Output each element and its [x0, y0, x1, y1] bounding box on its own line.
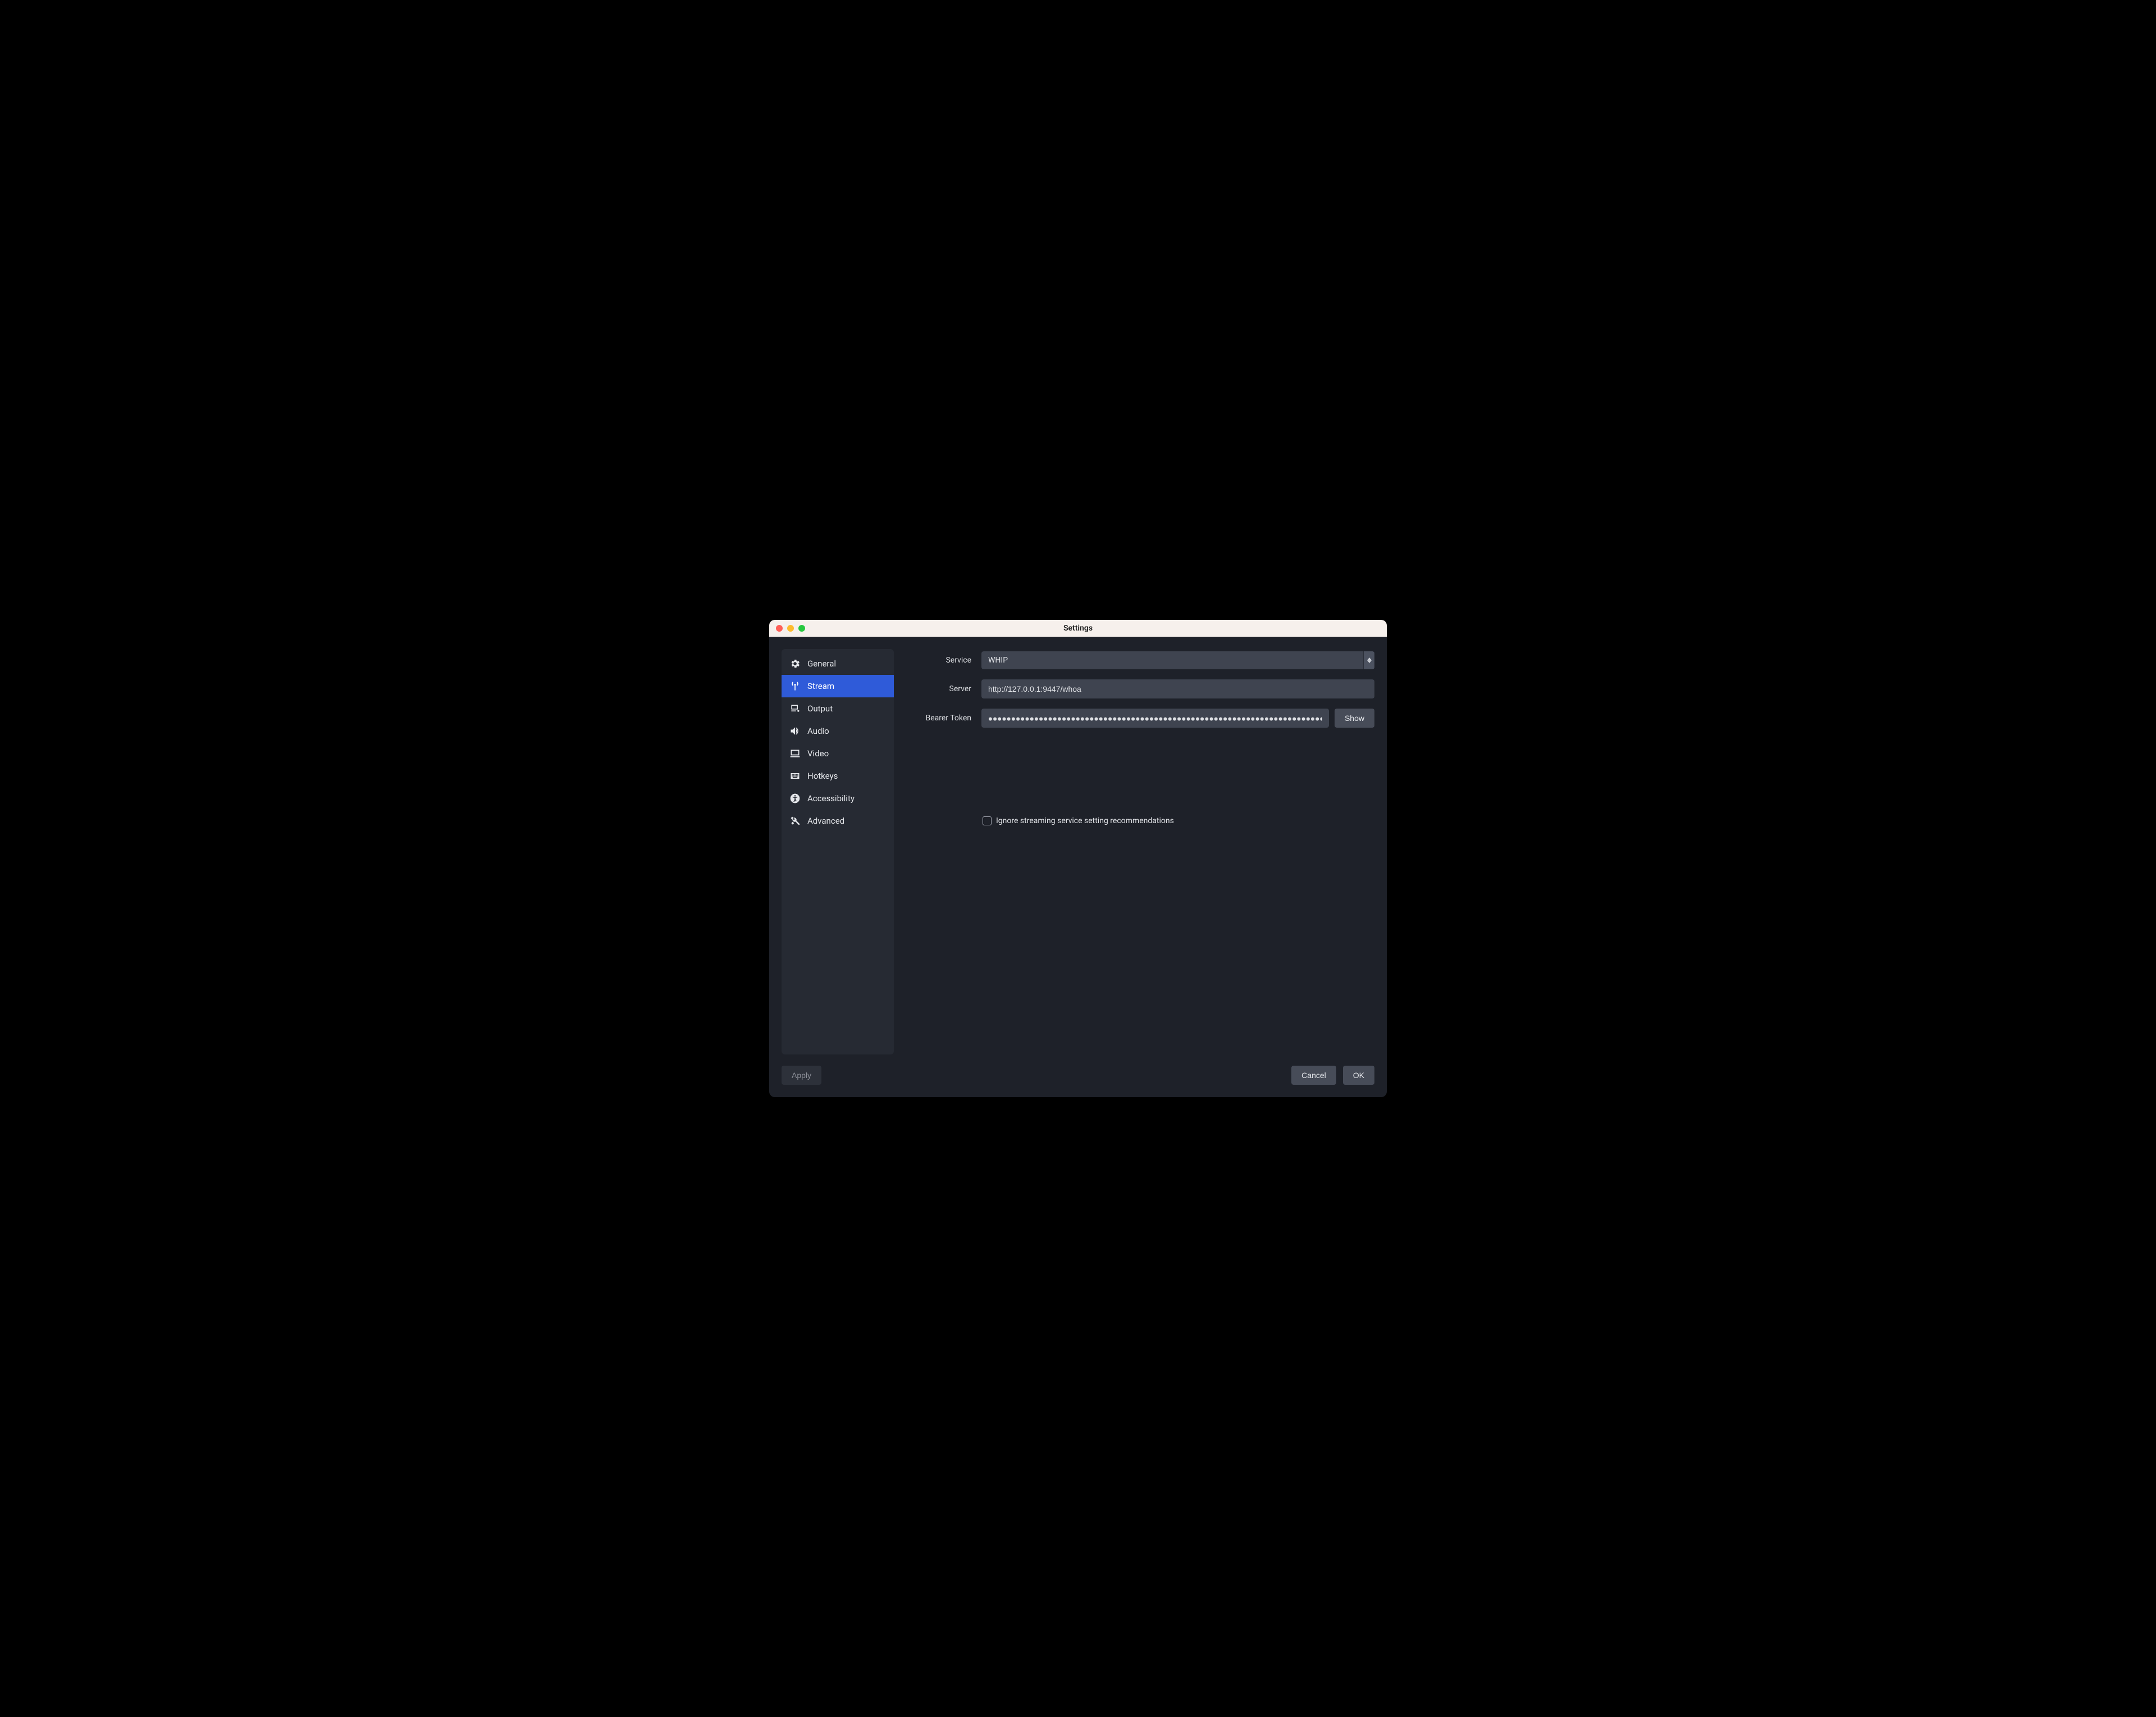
- tools-icon: [789, 815, 801, 826]
- settings-window: Settings General Stream: [769, 620, 1387, 1097]
- sidebar-item-label: Stream: [807, 681, 834, 691]
- show-token-button[interactable]: Show: [1335, 709, 1374, 728]
- chevron-updown-icon: [1363, 651, 1374, 669]
- sidebar-item-hotkeys[interactable]: Hotkeys: [782, 765, 894, 787]
- sidebar-item-video[interactable]: Video: [782, 742, 894, 765]
- output-icon: [789, 703, 801, 714]
- ignore-recommendations-checkbox[interactable]: [983, 816, 992, 825]
- sidebar-item-advanced[interactable]: Advanced: [782, 810, 894, 832]
- bearer-token-input[interactable]: [981, 709, 1329, 728]
- sidebar-item-label: Video: [807, 748, 829, 759]
- sidebar-item-label: Hotkeys: [807, 771, 838, 781]
- sidebar-item-general[interactable]: General: [782, 652, 894, 675]
- accessibility-icon: [789, 793, 801, 804]
- server-input[interactable]: [981, 679, 1374, 698]
- titlebar: Settings: [769, 620, 1387, 637]
- gear-icon: [789, 658, 801, 669]
- sidebar-item-accessibility[interactable]: Accessibility: [782, 787, 894, 810]
- sidebar-item-label: Audio: [807, 726, 829, 736]
- window-controls: [776, 625, 805, 632]
- window-title: Settings: [769, 624, 1387, 633]
- server-label: Server: [910, 684, 971, 693]
- bearer-token-row: Bearer Token Show: [910, 709, 1374, 728]
- server-row: Server: [910, 679, 1374, 698]
- dialog-footer: Apply Cancel OK: [782, 1054, 1374, 1085]
- sidebar-item-stream[interactable]: Stream: [782, 675, 894, 697]
- settings-sidebar: General Stream Output: [782, 649, 894, 1054]
- sidebar-item-label: General: [807, 659, 836, 669]
- window-body: General Stream Output: [769, 637, 1387, 1097]
- sidebar-item-label: Advanced: [807, 816, 844, 826]
- ignore-recommendations-row[interactable]: Ignore streaming service setting recomme…: [983, 816, 1374, 825]
- minimize-window-button[interactable]: [787, 625, 794, 632]
- bearer-token-label: Bearer Token: [910, 714, 971, 723]
- settings-content: Service WHIP Server: [910, 649, 1374, 1054]
- ok-button[interactable]: OK: [1343, 1066, 1374, 1085]
- main-area: General Stream Output: [782, 649, 1374, 1054]
- service-row: Service WHIP: [910, 651, 1374, 669]
- antenna-icon: [789, 681, 801, 692]
- close-window-button[interactable]: [776, 625, 783, 632]
- cancel-button[interactable]: Cancel: [1291, 1066, 1336, 1085]
- ignore-recommendations-label: Ignore streaming service setting recomme…: [996, 816, 1174, 825]
- apply-button[interactable]: Apply: [782, 1066, 821, 1085]
- monitor-icon: [789, 748, 801, 759]
- sidebar-item-label: Output: [807, 704, 833, 714]
- speaker-icon: [789, 725, 801, 737]
- sidebar-item-label: Accessibility: [807, 793, 855, 803]
- sidebar-item-output[interactable]: Output: [782, 697, 894, 720]
- keyboard-icon: [789, 770, 801, 782]
- sidebar-item-audio[interactable]: Audio: [782, 720, 894, 742]
- service-select[interactable]: WHIP: [981, 651, 1374, 669]
- service-label: Service: [910, 656, 971, 665]
- service-select-value: WHIP: [981, 651, 1363, 669]
- maximize-window-button[interactable]: [798, 625, 805, 632]
